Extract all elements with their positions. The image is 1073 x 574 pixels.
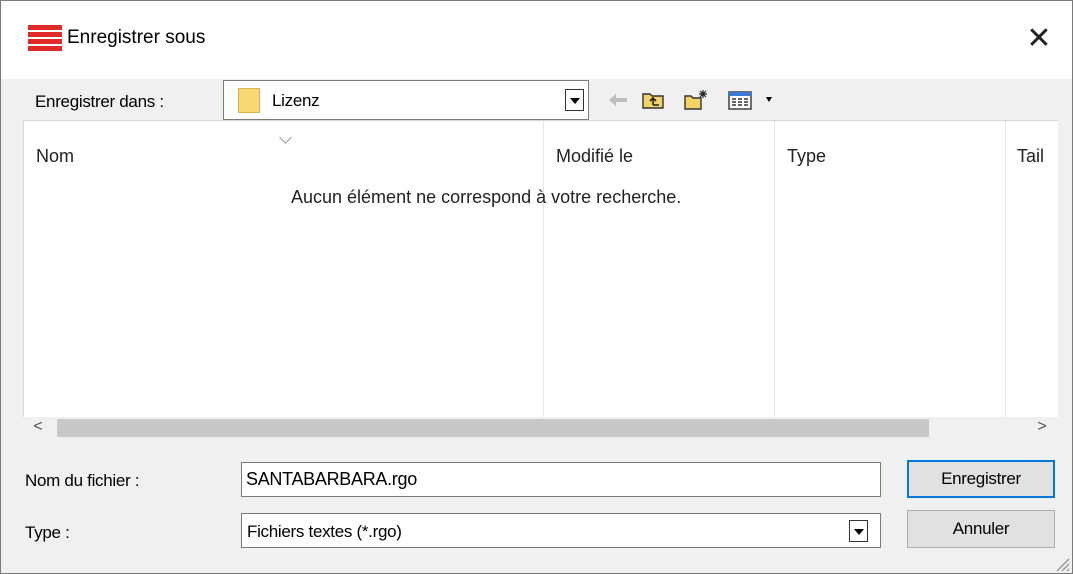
scroll-right-icon[interactable]: > — [1027, 417, 1057, 439]
up-folder-icon[interactable] — [641, 89, 667, 111]
look-in-dropdown[interactable]: Lizenz — [223, 80, 589, 120]
look-in-label: Enregistrer dans : — [35, 92, 164, 111]
chevron-down-icon[interactable] — [849, 520, 868, 542]
column-header-type[interactable]: Type — [787, 146, 826, 167]
filename-input[interactable] — [241, 462, 881, 497]
view-menu-icon[interactable] — [727, 89, 779, 111]
type-label: Type : — [25, 523, 70, 542]
sort-indicator-icon — [279, 131, 292, 144]
back-arrow-icon[interactable] — [605, 89, 631, 111]
file-type-value: Fichiers textes (*.rgo) — [247, 522, 402, 541]
scroll-thumb[interactable] — [57, 419, 929, 437]
column-header-name[interactable]: Nom — [36, 146, 74, 167]
close-icon[interactable]: ✕ — [1019, 19, 1059, 59]
window-title: Enregistrer sous — [67, 27, 206, 48]
scroll-left-icon[interactable]: < — [23, 417, 53, 439]
horizontal-scrollbar[interactable]: < > — [23, 417, 1057, 439]
column-header-modified[interactable]: Modifié le — [556, 146, 633, 167]
column-divider — [774, 121, 775, 418]
column-header-size[interactable]: Tail — [1017, 146, 1044, 167]
file-type-dropdown[interactable]: Fichiers textes (*.rgo) — [241, 513, 881, 548]
folder-icon — [238, 88, 260, 113]
column-divider — [1005, 121, 1006, 418]
resize-grip-icon[interactable] — [1051, 553, 1071, 573]
file-list[interactable]: Nom Modifié le Type Tail Aucun élément n… — [23, 120, 1058, 418]
empty-message: Aucun élément ne correspond à votre rech… — [291, 187, 682, 207]
save-as-dialog: Enregistrer sous ✕ Enregistrer dans : Li… — [0, 0, 1073, 574]
new-folder-icon[interactable] — [683, 89, 709, 111]
app-icon — [28, 25, 62, 51]
filename-label: Nom du fichier : — [25, 471, 140, 490]
column-divider — [543, 121, 544, 418]
current-folder-text: Lizenz — [272, 91, 320, 110]
title-bar: Enregistrer sous ✕ — [1, 1, 1072, 79]
chevron-down-icon[interactable] — [565, 89, 584, 111]
cancel-button[interactable]: Annuler — [907, 510, 1055, 548]
save-button[interactable]: Enregistrer — [907, 460, 1055, 498]
